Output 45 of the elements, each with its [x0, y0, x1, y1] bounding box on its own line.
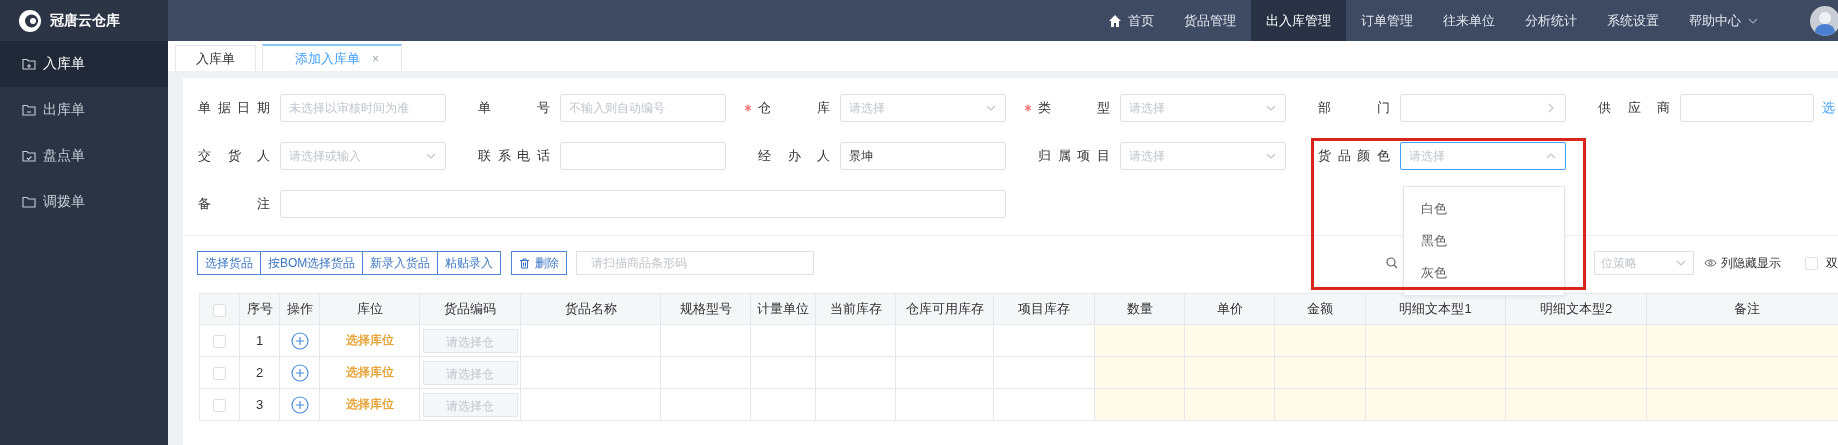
brand-name: 冠唐云仓库	[50, 11, 120, 30]
avatar[interactable]	[1810, 5, 1838, 36]
field-label: 货品颜色	[1318, 147, 1390, 165]
folder-icon	[22, 195, 36, 209]
input-field[interactable]	[560, 142, 726, 170]
column-toggle[interactable]: 列隐藏显示	[1704, 254, 1781, 272]
field-label: 单据日期	[198, 99, 270, 117]
tab[interactable]: 入库单	[175, 45, 256, 71]
dropdown-option[interactable]: 黑色	[1404, 225, 1564, 257]
field-label: 供应商	[1598, 99, 1670, 117]
dropdown-option[interactable]: 白色	[1404, 193, 1564, 225]
input-field[interactable]	[1680, 94, 1814, 122]
nav-item[interactable]: 货品管理	[1169, 0, 1251, 41]
checkbox-label: 双	[1826, 254, 1838, 272]
field-label: 联系电话	[478, 147, 550, 165]
input-field[interactable]	[280, 190, 1006, 218]
folder-icon	[22, 57, 36, 71]
nav-item[interactable]: 帮助中心	[1674, 0, 1774, 41]
nav-item[interactable]: 往来单位	[1428, 0, 1510, 41]
field-label: 备注	[198, 195, 270, 213]
field-label: 归属项目	[1038, 147, 1110, 165]
field-label: 经办人	[758, 147, 830, 165]
field-label: 仓库	[758, 99, 830, 117]
nav-item[interactable]: 首页	[1093, 0, 1169, 41]
sidebar-item[interactable]: 入库单	[0, 41, 168, 87]
field-label: 单号	[478, 99, 550, 117]
sidebar-item[interactable]: 出库单	[0, 87, 168, 133]
logo-icon	[18, 8, 42, 33]
nav-item[interactable]: 出入库管理	[1251, 0, 1346, 41]
select-link[interactable]: 选	[1822, 99, 1835, 117]
input-field[interactable]: 景坤	[840, 142, 1006, 170]
field-label: 交货人	[198, 147, 270, 165]
field-label: 类型	[1038, 99, 1110, 117]
nav-item[interactable]: 订单管理	[1346, 0, 1428, 41]
nav-item[interactable]: 系统设置	[1592, 0, 1674, 41]
folder-icon	[22, 149, 36, 163]
home-icon	[1108, 13, 1122, 28]
folder-icon	[22, 103, 36, 117]
cascader-field[interactable]	[1400, 94, 1566, 122]
sidebar-item[interactable]: 盘点单	[0, 133, 168, 179]
dropdown-option[interactable]: 灰色	[1404, 257, 1564, 289]
nav-item[interactable]: 分析统计	[1510, 0, 1592, 41]
sidebar-item[interactable]: 调拨单	[0, 179, 168, 225]
tab[interactable]: 添加入库单 ×	[262, 44, 402, 71]
field-label: 部门	[1318, 99, 1390, 117]
